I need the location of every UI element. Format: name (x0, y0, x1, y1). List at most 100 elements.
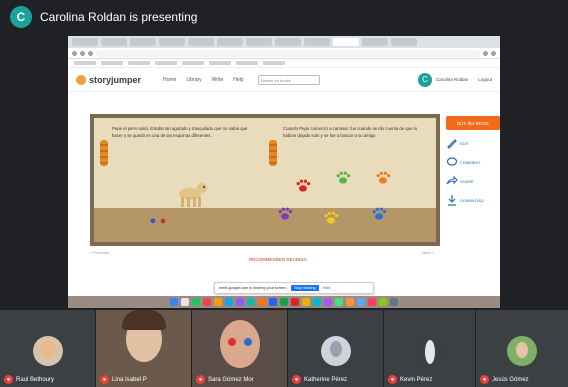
mic-off-icon: ● (196, 375, 205, 384)
user-avatar[interactable]: C (417, 72, 432, 87)
app-icon[interactable] (379, 298, 387, 306)
participant-avatar (32, 336, 63, 366)
browser-tab[interactable] (362, 38, 388, 46)
app-icon[interactable] (324, 298, 332, 306)
trash-icon[interactable] (390, 298, 398, 306)
browser-tab[interactable] (246, 38, 272, 46)
mouse-cursor-icon (448, 264, 453, 267)
logout-link[interactable]: Logout (478, 77, 492, 82)
bookmark[interactable] (155, 61, 177, 65)
browser-tab[interactable] (188, 38, 214, 46)
share-action[interactable]: SHARE (446, 175, 500, 187)
forward-icon[interactable] (80, 50, 85, 56)
mic-off-icon: ● (292, 375, 301, 384)
recommended-link[interactable]: RECOMMENDED READING (249, 257, 307, 262)
browser-tab[interactable] (391, 38, 417, 46)
app-icon[interactable] (203, 298, 211, 306)
search-input[interactable]: Search for books (257, 74, 320, 85)
app-icon[interactable] (181, 298, 189, 306)
browser-tab[interactable] (304, 38, 330, 46)
page-text-left: Pepe el perro salió, Estaba tan agotado … (112, 126, 248, 138)
browser-tab[interactable] (101, 38, 127, 46)
hide-notice-button[interactable]: Hide (323, 286, 331, 290)
back-icon[interactable] (72, 50, 77, 56)
download-action[interactable]: DOWNLOAD (446, 194, 500, 206)
paw-icon (160, 218, 166, 224)
stop-sharing-button[interactable]: Stop sharing (291, 285, 319, 291)
browser-tab-active[interactable] (333, 38, 359, 46)
browser-tab[interactable] (130, 38, 156, 46)
bookmark[interactable] (182, 61, 204, 65)
storyjumper-header: storyjumper Home Library Write Help Sear… (68, 68, 500, 92)
participant-video-tile[interactable]: ● Sara Gómez Mor (192, 310, 288, 387)
app-icon[interactable] (357, 298, 365, 306)
bookmark[interactable] (263, 61, 285, 65)
user-menu[interactable]: C Carolina Roldan Logout (417, 72, 492, 87)
app-icon[interactable] (346, 298, 354, 306)
extension-icon[interactable] (483, 50, 488, 56)
browser-tab[interactable] (217, 38, 243, 46)
app-icon[interactable] (225, 298, 233, 306)
participant-name: Lina Isabel P (112, 376, 147, 383)
paw-purple-icon (278, 207, 293, 220)
app-icon[interactable] (313, 298, 321, 306)
comment-action[interactable]: COMMENT (446, 156, 500, 168)
participant-tile[interactable]: ● Jesús Gómez (476, 310, 568, 387)
nav-write[interactable]: Write (212, 77, 224, 83)
logo-text: storyjumper (89, 74, 142, 85)
browser-tab[interactable] (275, 38, 301, 46)
app-icon[interactable] (214, 298, 222, 306)
menu-icon[interactable] (491, 50, 496, 56)
share-label: SHARE (460, 178, 474, 184)
nav-help[interactable]: Help (233, 77, 243, 83)
browser-tab[interactable] (159, 38, 185, 46)
app-icon[interactable] (302, 298, 310, 306)
finder-icon[interactable] (170, 298, 178, 306)
participant-label: ● Raul Bethoury (4, 375, 54, 384)
book-page-left[interactable]: Pepe el perro salió, Estaba tan agotado … (94, 118, 265, 242)
nav-library[interactable]: Library (186, 77, 201, 83)
address-bar[interactable] (96, 49, 480, 57)
app-icon[interactable] (368, 298, 376, 306)
comment-label: COMMENT (460, 159, 481, 165)
bookmark[interactable] (128, 61, 150, 65)
app-icon[interactable] (192, 298, 200, 306)
site-nav: Home Library Write Help (163, 77, 244, 83)
participant-strip: ● Raul Bethoury ● Lina Isabel P ● Sara G… (0, 310, 568, 387)
app-icon[interactable] (247, 298, 255, 306)
edit-action[interactable]: EDIT (446, 137, 500, 149)
face-paint (244, 338, 252, 346)
app-icon[interactable] (269, 298, 277, 306)
app-icon[interactable] (236, 298, 244, 306)
participant-video-tile[interactable]: ● Lina Isabel P (96, 310, 192, 387)
participant-tile[interactable]: ● Kevin Pérez (384, 310, 476, 387)
bookmark[interactable] (236, 61, 258, 65)
paw-red-icon (296, 179, 311, 192)
pencil-icon (447, 139, 457, 149)
nav-home[interactable]: Home (163, 77, 176, 83)
app-icon[interactable] (280, 298, 288, 306)
bookmark[interactable] (101, 61, 123, 65)
browser-tab[interactable] (72, 38, 98, 46)
participant-tile[interactable]: ● Raul Bethoury (0, 310, 96, 387)
previous-page-link[interactable]: « Previous (90, 250, 109, 255)
participant-name: Katherine Pérez (304, 376, 348, 383)
bookmark[interactable] (74, 61, 96, 65)
participant-label: ● Kevin Pérez (388, 375, 432, 384)
participant-name: Raul Bethoury (16, 376, 55, 383)
participant-tile[interactable]: ● Katherine Pérez (288, 310, 384, 387)
participant-avatar (507, 336, 537, 366)
participant-label: ● Katherine Pérez (292, 375, 347, 384)
app-icon[interactable] (335, 298, 343, 306)
bookmark[interactable] (209, 61, 231, 65)
app-icon[interactable] (291, 298, 299, 306)
page-floor (94, 208, 265, 242)
storyjumper-logo[interactable]: storyjumper (76, 74, 142, 85)
participant-hair (122, 310, 166, 330)
mic-off-icon: ● (388, 375, 397, 384)
app-icon[interactable] (258, 298, 266, 306)
buy-book-button[interactable]: BUY this BOOK (446, 116, 500, 130)
book-page-right[interactable]: Cuando Pepe comenzó a caminar, fue cuand… (265, 118, 436, 242)
reload-icon[interactable] (88, 50, 93, 56)
logo-mark-icon (76, 74, 86, 85)
